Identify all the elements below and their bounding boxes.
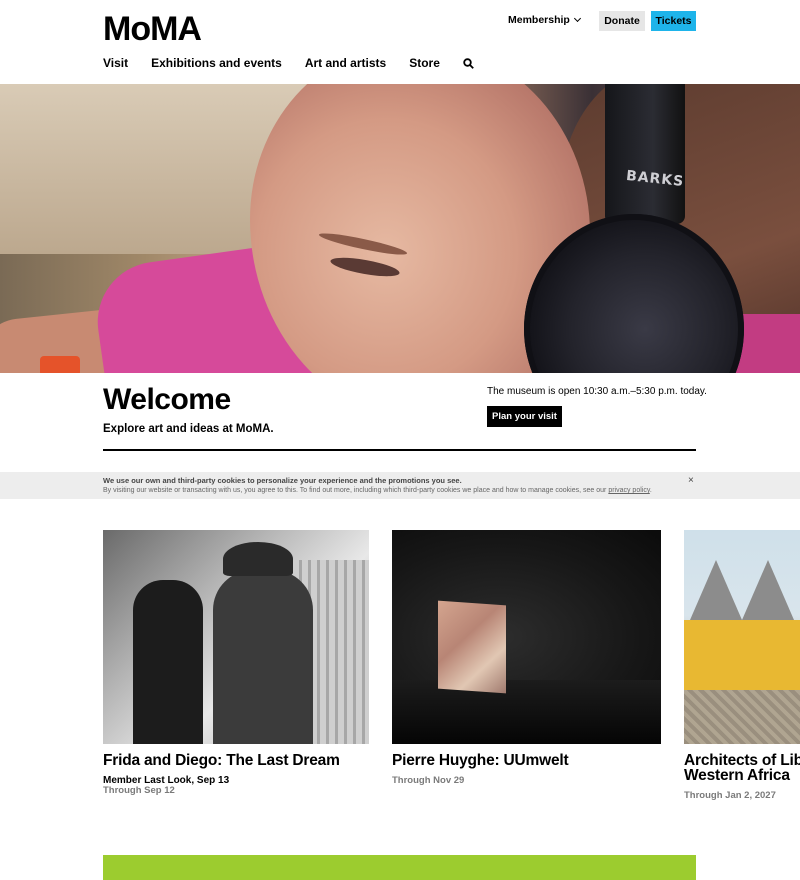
card-image-frida-diego[interactable]	[103, 530, 369, 744]
nav-item-art-and-artists[interactable]: Art and artists	[305, 56, 386, 70]
divider	[103, 449, 696, 451]
hours-text: The museum is open 10:30 a.m.–5:30 p.m. …	[487, 386, 707, 397]
moma-logo[interactable]: MoMA	[103, 12, 202, 46]
card-title-line2[interactable]: Western Africa	[684, 768, 790, 784]
nav-item-visit[interactable]: Visit	[103, 56, 128, 70]
card-date: Through Jan 2, 2027	[684, 790, 776, 801]
cookie-title: We use our own and third-party cookies t…	[103, 476, 462, 485]
search-icon[interactable]	[463, 58, 474, 69]
cookie-text: By visiting our website or transacting w…	[103, 487, 652, 494]
close-icon[interactable]: ×	[688, 475, 694, 486]
card-image-architects[interactable]	[684, 530, 800, 744]
plan-visit-button[interactable]: Plan your visit	[487, 406, 562, 427]
card-image-pierre-huyghe[interactable]	[392, 530, 661, 744]
card-date: Through Sep 12	[103, 785, 175, 796]
welcome-subtitle: Explore art and ideas at MoMA.	[103, 423, 274, 435]
hero-image: BARKS	[0, 84, 800, 373]
main-nav: Visit Exhibitions and events Art and art…	[103, 56, 474, 70]
card-title[interactable]: Frida and Diego: The Last Dream	[103, 753, 340, 769]
promo-banner[interactable]	[103, 855, 696, 880]
nav-item-exhibitions[interactable]: Exhibitions and events	[151, 56, 282, 70]
welcome-title: Welcome	[103, 383, 231, 416]
privacy-policy-link[interactable]: privacy policy	[608, 487, 650, 494]
card-title[interactable]: Pierre Huyghe: UUmwelt	[392, 753, 569, 769]
donate-button[interactable]: Donate	[599, 11, 645, 31]
chevron-down-icon	[573, 14, 581, 23]
membership-menu[interactable]: Membership	[508, 14, 581, 26]
cookie-suffix: .	[649, 487, 652, 494]
cookie-body: By visiting our website or transacting w…	[103, 487, 607, 494]
nav-item-store[interactable]: Store	[409, 56, 440, 70]
card-date: Through Nov 29	[392, 775, 465, 786]
tickets-button[interactable]: Tickets	[651, 11, 696, 31]
membership-label: Membership	[508, 14, 570, 26]
